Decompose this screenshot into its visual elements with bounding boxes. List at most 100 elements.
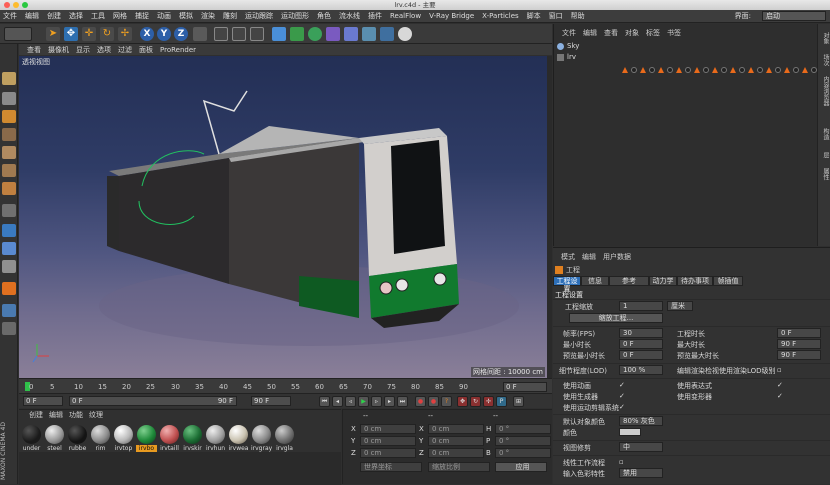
x-axis-lock-icon[interactable]: X [140,27,154,41]
side-tab-layers[interactable]: 层 [819,152,830,158]
material-swatch[interactable]: steel [44,425,65,452]
use-animation-checkbox[interactable]: ✓ [619,381,627,389]
goto-end-icon[interactable]: ⏭ [397,396,408,407]
scale-project-button[interactable]: 缩放工程... [569,313,663,323]
next-key-icon[interactable]: ▸ [384,396,395,407]
tab-dynamics[interactable]: 动力学 [649,276,677,286]
attr-menu-user-data[interactable]: 用户数据 [603,252,631,262]
material-tag-icon[interactable] [631,67,637,73]
linear-workflow-checkbox[interactable]: ▫ [619,458,627,466]
menu-mograph[interactable]: 运动图形 [281,11,309,21]
texture-tag-icon[interactable] [766,67,772,73]
timeline-ruler[interactable]: 0 5 10 15 20 25 30 35 40 45 50 55 60 65 … [19,378,552,393]
material-tag-icon[interactable] [685,67,691,73]
material-tag-icon[interactable] [721,67,727,73]
snap-icon[interactable] [2,242,16,255]
menu-mesh[interactable]: 网格 [113,11,127,21]
coordinate-mode-dropdown[interactable]: 世界坐标 [360,462,422,472]
fps-field[interactable]: 30 [619,328,663,338]
material-swatch-selected[interactable]: irvbo [136,425,157,452]
material-menu-texture[interactable]: 纹理 [89,410,103,420]
end-frame-field[interactable]: 90 F [251,396,291,406]
menu-pipeline[interactable]: 流水线 [339,11,360,21]
tab-frame-interpolation[interactable]: 帧插值 [713,276,743,286]
preview-min-field[interactable]: 0 F [619,350,663,360]
apply-button[interactable]: 应用 [495,462,547,472]
menu-window[interactable]: 窗口 [549,11,563,21]
workplane-lock-icon[interactable] [2,304,16,317]
side-tab-takes[interactable]: 场次 [819,54,830,66]
minimize-window-button[interactable] [13,2,19,8]
workplane-icon[interactable] [2,128,16,141]
param-key-icon[interactable]: P [496,396,507,407]
menu-edit[interactable]: 编辑 [25,11,39,21]
position-y-field[interactable]: 0 cm [360,436,416,446]
subdivision-surface-icon[interactable] [308,27,322,41]
position-key-icon[interactable]: ✥ [457,396,468,407]
rotate-icon[interactable]: ↻ [100,27,114,41]
rotation-h-field[interactable]: 0 ° [495,424,551,434]
material-tag-icon[interactable] [793,67,799,73]
menu-motion-tracking[interactable]: 运动跟踪 [245,11,273,21]
material-swatch[interactable]: under [21,425,42,452]
texture-tag-icon[interactable] [712,67,718,73]
menu-realflow[interactable]: RealFlow [390,12,421,20]
texture-tag-icon[interactable] [784,67,790,73]
close-window-button[interactable] [4,2,10,8]
use-generators-checkbox[interactable]: ✓ [619,392,627,400]
texture-mode-icon[interactable] [2,110,16,123]
texture-tag-icon[interactable] [748,67,754,73]
tab-info[interactable]: 信息 [581,276,609,286]
material-tag-icon[interactable] [649,67,655,73]
menu-snap[interactable]: 捕捉 [135,11,149,21]
model-mode-icon[interactable] [2,92,16,105]
menu-select[interactable]: 选择 [69,11,83,21]
texture-tag-icon[interactable] [802,67,808,73]
side-tab-attributes[interactable]: 属性 [819,168,830,180]
light-icon[interactable] [398,27,412,41]
menu-help[interactable]: 帮助 [571,11,585,21]
objmgr-menu-edit[interactable]: 编辑 [583,28,597,38]
cube-icon[interactable] [272,27,286,41]
prev-key-icon[interactable]: ◂ [332,396,343,407]
menu-render[interactable]: 渲染 [201,11,215,21]
objmgr-menu-object[interactable]: 对象 [625,28,639,38]
material-swatch[interactable]: irvtop [113,425,134,452]
magnet-icon[interactable] [2,282,16,295]
viewport-scrollbar[interactable] [547,56,552,378]
menu-sculpt[interactable]: 雕刻 [223,11,237,21]
render-settings-icon[interactable] [250,27,264,41]
texture-tag-icon[interactable] [676,67,682,73]
coordinate-system-icon[interactable] [193,27,207,41]
side-tab-objects[interactable]: 对象 [819,32,830,44]
layout-dropdown[interactable]: 启动 [762,11,826,21]
menu-simulate[interactable]: 模拟 [179,11,193,21]
menu-x-particles[interactable]: X-Particles [482,12,518,20]
goto-start-icon[interactable]: ⏮ [319,396,330,407]
viewport-menu-view[interactable]: 查看 [27,45,41,55]
size-x-field[interactable]: 0 cm [428,424,484,434]
render-view-icon[interactable] [214,27,228,41]
size-z-field[interactable]: 0 cm [428,448,484,458]
attr-menu-mode[interactable]: 模式 [561,252,575,262]
menu-plugins[interactable]: 插件 [368,11,382,21]
position-x-field[interactable]: 0 cm [360,424,416,434]
undo-redo-icon[interactable] [4,27,32,41]
material-swatch[interactable]: irvgla [274,425,295,452]
tab-reference[interactable]: 参考 [609,276,649,286]
material-tag-icon[interactable] [757,67,763,73]
object-row-sky[interactable]: Sky [557,41,579,51]
live-selection-icon[interactable]: ✥ [64,27,78,41]
scale-icon[interactable]: ✢ [118,27,132,41]
select-arrow-icon[interactable]: ➤ [46,27,60,41]
axis-mode-icon[interactable] [2,204,16,217]
use-expression-checkbox[interactable]: ✓ [777,381,785,389]
timeline-settings-icon[interactable]: ⊞ [513,396,524,407]
side-tab-content-browser[interactable]: 内容浏览器 [819,76,830,106]
material-tag-icon[interactable] [775,67,781,73]
material-menu-function[interactable]: 功能 [69,410,83,420]
material-area-empty[interactable] [19,452,341,485]
material-swatch[interactable]: irvskir [182,425,203,452]
scale-key-icon[interactable]: ✢ [483,396,494,407]
material-menu-edit[interactable]: 编辑 [49,410,63,420]
